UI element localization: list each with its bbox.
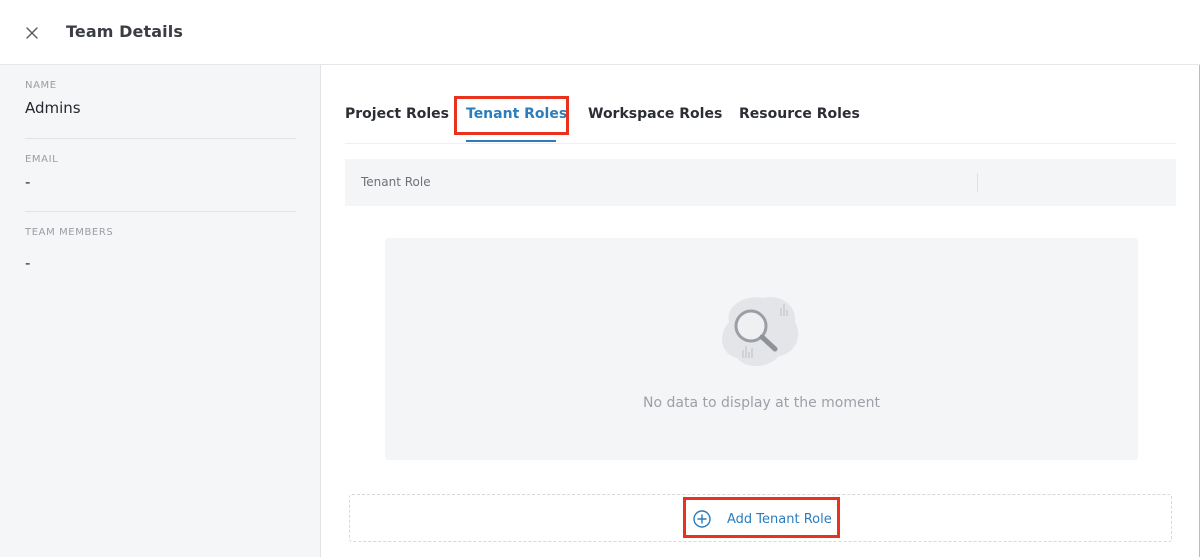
- page-title: Team Details: [66, 22, 183, 41]
- email-field: EMAIL -: [25, 154, 296, 191]
- empty-state: No data to display at the moment: [385, 238, 1138, 460]
- email-label: EMAIL: [25, 154, 59, 165]
- email-value: -: [25, 173, 31, 191]
- team-members-field: TEAM MEMBERS -: [25, 227, 296, 272]
- team-members-value: -: [25, 254, 31, 272]
- column-separator: [977, 173, 978, 192]
- tab-workspace-roles[interactable]: Workspace Roles: [588, 106, 722, 122]
- search-magnifier-icon: [722, 297, 799, 367]
- name-value: Admins: [25, 99, 81, 117]
- divider: [25, 138, 296, 139]
- column-header-tenant-role[interactable]: Tenant Role: [361, 175, 431, 189]
- name-field: NAME Admins: [25, 80, 296, 117]
- role-tabs: Project Roles Tenant Roles Workspace Rol…: [345, 96, 1176, 144]
- tab-resource-roles[interactable]: Resource Roles: [739, 106, 860, 122]
- add-tenant-role-label: Add Tenant Role: [727, 511, 832, 527]
- empty-state-message: No data to display at the moment: [643, 395, 880, 411]
- active-tab-indicator: [466, 140, 556, 142]
- add-tenant-role-button[interactable]: Add Tenant Role: [690, 504, 835, 534]
- tab-tenant-roles[interactable]: Tenant Roles: [466, 106, 567, 122]
- team-members-label: TEAM MEMBERS: [25, 227, 114, 238]
- header-bar: Team Details: [0, 0, 1200, 65]
- plus-circle-icon: [693, 510, 711, 528]
- name-label: NAME: [25, 80, 57, 91]
- divider: [25, 211, 296, 212]
- table-header: Tenant Role: [345, 159, 1176, 206]
- close-button[interactable]: [20, 21, 44, 45]
- close-icon: [26, 27, 38, 39]
- tab-project-roles[interactable]: Project Roles: [345, 106, 449, 122]
